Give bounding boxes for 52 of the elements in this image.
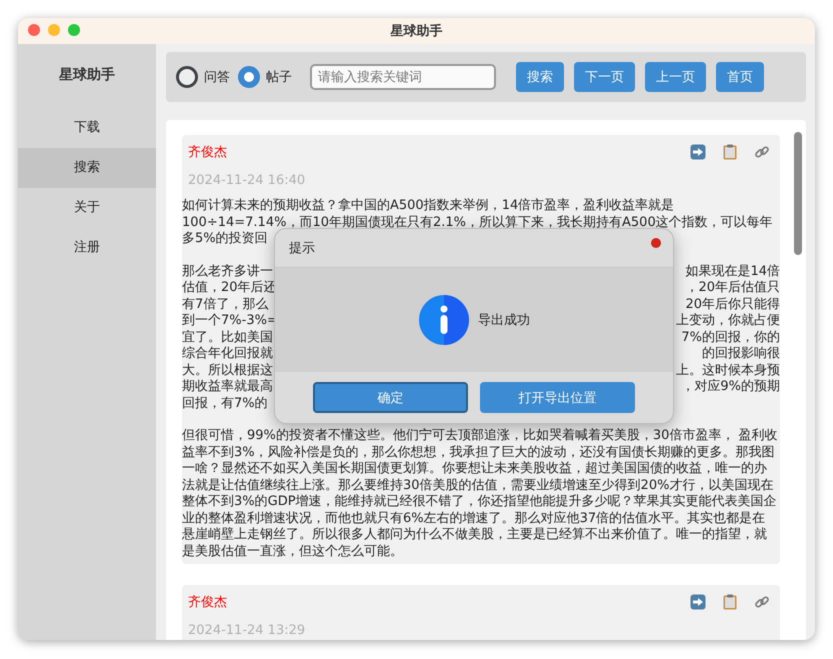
post-text: 宜了。比如美国 [182, 330, 273, 346]
post-text: ，20年后估值只 [685, 280, 780, 296]
author-name: 齐俊杰 [188, 144, 227, 161]
post-text: 那么老齐多讲一 [182, 264, 273, 280]
post-text: 多5%的投资回 [182, 231, 268, 248]
sidebar-item[interactable]: 搜索 [18, 148, 156, 188]
clipboard-icon[interactable] [723, 144, 737, 160]
radio-label: 帖子 [266, 69, 292, 86]
link-icon[interactable] [754, 594, 770, 610]
clipboard-icon[interactable] [723, 594, 737, 610]
post-text: 的回报影响很 [702, 346, 780, 362]
post-text: 20年后你只能得 [685, 296, 780, 313]
post-text: 上变动，你就占便 [676, 313, 780, 330]
dialog-button[interactable]: 确定 [313, 382, 468, 413]
link-icon[interactable] [754, 144, 770, 160]
toolbar-button[interactable]: 下一页 [574, 62, 635, 92]
toolbar-button[interactable]: 搜索 [516, 62, 564, 92]
sidebar-item[interactable]: 注册 [18, 228, 156, 268]
post-text: 100÷14=7.14%，而10年期国债现在只有2.1%，所以算下来，我长期持有A500这个指数，可以每年 [182, 214, 773, 231]
radio-option[interactable]: 帖子 [238, 66, 292, 88]
close-icon[interactable] [28, 24, 40, 36]
post-text: 如何计算未来的预期收益？拿中国的A500指数来举例，14倍市盈率，盈利收益率就是 [182, 198, 674, 214]
info-icon [418, 294, 470, 346]
toolbar-button[interactable]: 首页 [716, 62, 764, 92]
radio-label: 问答 [204, 69, 230, 86]
post-text: 上。这时候本身预 [676, 362, 780, 379]
radio-option[interactable]: 问答 [176, 66, 230, 88]
post-text: 但很可惜，99%的投资者不懂这些。他们宁可去顶部追涨，比如哭着喊着买美股，30倍市盈率， 盈利收益率不到3%，风险补偿是负的，那么你想想，我承担了巨大的波动，还没有国债长期赚的更多。那我图一啥？显然还不如买入美国长期国债更划算。你要想让未来美股收益，超过美国国债的收益，唯一的办法就是让估值继续往上涨。那么要维持30倍美股的估值，需要业绩增速至少得到20%才行，以美国现在整体不到3%的GDP增速，能维持就已经很不错了，你还指望他能提升多少呢？苹果其实更能代表美国企业的整体盈利增速状况，而他也就只有6%左右的增速了。那么对应他37倍的估值水平。其实也都是在悬崖峭壁上走钢丝了。所以很多人都问为什么不做美股，主要是已经算不出来价值了。唯一的指望，就是美股估值一直涨，但这个怎么可能。 [182, 428, 779, 560]
post-text: 7%的回报，你的 [681, 330, 780, 346]
post-text: 回报，有7%的 [182, 396, 268, 412]
sidebar-item[interactable]: 下载 [18, 108, 156, 148]
dialog-title: 提示 [289, 240, 315, 257]
post-text: 期收益率就最高 [182, 379, 273, 396]
zoom-icon[interactable] [68, 24, 80, 36]
app-name: 星球助手 [58, 66, 116, 84]
window-title: 星球助手 [390, 22, 442, 40]
post-text: ，对应9%的预期 [681, 379, 780, 396]
post-text: 大。所以根据这 [182, 362, 273, 379]
search-field[interactable]: 请输入搜索关键词 [310, 64, 496, 90]
toolbar-button[interactable]: 上一页 [645, 62, 706, 92]
post-text: 如果现在是14倍 [685, 264, 780, 280]
post-time: 2024-11-24 16:40 [187, 172, 306, 190]
post-text: 到一个7%-3%= [182, 313, 278, 330]
post-text: 有7倍了，那么 [182, 296, 268, 313]
author-name: 齐俊杰 [188, 594, 227, 611]
post-text: 综合年化回报就 [182, 346, 273, 362]
post-time: 2024-11-24 13:29 [187, 622, 306, 640]
dialog-message: 导出成功 [478, 312, 530, 329]
scrollbar-thumb[interactable] [794, 132, 802, 255]
dialog-button[interactable]: 打开导出位置 [480, 382, 635, 413]
close-icon[interactable] [651, 238, 661, 248]
sidebar-item[interactable]: 关于 [18, 188, 156, 228]
